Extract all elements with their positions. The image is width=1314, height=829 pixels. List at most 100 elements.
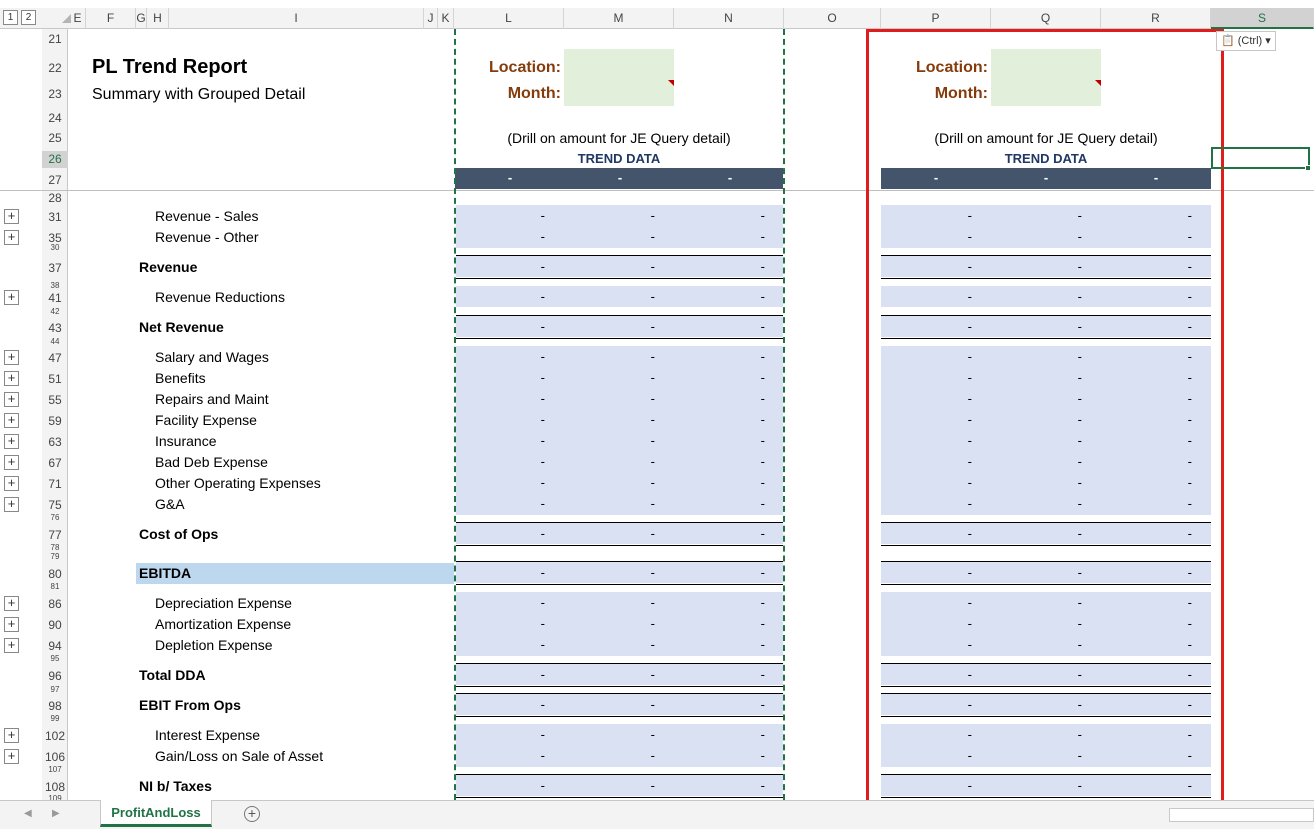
row-number-77[interactable]: 77 [42, 527, 68, 544]
row-number-37[interactable]: 37 [42, 260, 68, 277]
amount-cell-86[interactable]: - [745, 595, 765, 610]
amount-cell-31[interactable]: - [745, 208, 765, 223]
row-number-26[interactable]: 26 [42, 151, 68, 168]
amount-cell-51[interactable]: - [745, 370, 765, 385]
period-header-cell[interactable]: - [565, 170, 675, 185]
row-number-75[interactable]: 75 [42, 497, 68, 514]
amount-cell-51[interactable]: - [525, 370, 545, 385]
row-number-21[interactable]: 21 [42, 31, 68, 48]
amount-cell-59[interactable]: - [635, 412, 655, 427]
paste-options-button[interactable]: 📋 (Ctrl) ▾ [1216, 31, 1276, 51]
row-number-spacer[interactable]: 99 [42, 715, 68, 723]
row-number-106[interactable]: 106 [42, 749, 68, 766]
column-header-g[interactable]: G [136, 8, 147, 29]
amount-cell-59[interactable]: - [525, 412, 545, 427]
row-number-71[interactable]: 71 [42, 476, 68, 493]
amount-cell-63[interactable]: - [745, 433, 765, 448]
column-header-m[interactable]: M [564, 8, 674, 29]
amount-cell-63[interactable]: - [525, 433, 545, 448]
add-sheet-button[interactable]: + [244, 806, 260, 822]
amount-cell-59[interactable]: - [745, 412, 765, 427]
amount-cell-86[interactable]: - [635, 595, 655, 610]
column-header-l[interactable]: L [454, 8, 564, 29]
amount-cell-96[interactable]: - [635, 667, 655, 682]
row-number-spacer[interactable]: 79 [42, 553, 68, 561]
row-number-spacer[interactable]: 78 [42, 544, 68, 552]
amount-cell-98[interactable]: - [745, 697, 765, 712]
expand-group-plus-icon[interactable]: + [4, 209, 19, 224]
amount-cell-37[interactable]: - [525, 259, 545, 274]
prev-sheet-arrow-icon[interactable]: ◀ [24, 808, 32, 819]
amount-cell-80[interactable]: - [635, 565, 655, 580]
row-number-63[interactable]: 63 [42, 434, 68, 451]
amount-cell-108[interactable]: - [745, 778, 765, 793]
amount-cell-80[interactable]: - [525, 565, 545, 580]
row-number-108[interactable]: 108 [42, 779, 68, 796]
amount-cell-106[interactable]: - [525, 748, 545, 763]
row-number-spacer[interactable]: 107 [42, 766, 68, 774]
amount-cell-37[interactable]: - [745, 259, 765, 274]
expand-group-plus-icon[interactable]: + [4, 413, 19, 428]
amount-cell-98[interactable]: - [635, 697, 655, 712]
expand-group-plus-icon[interactable]: + [4, 728, 19, 743]
amount-cell-47[interactable]: - [745, 349, 765, 364]
amount-cell-31[interactable]: - [525, 208, 545, 223]
amount-cell-90[interactable]: - [525, 616, 545, 631]
amount-cell-55[interactable]: - [635, 391, 655, 406]
amount-cell-55[interactable]: - [525, 391, 545, 406]
amount-cell-67[interactable]: - [745, 454, 765, 469]
period-header-cell[interactable]: - [675, 170, 785, 185]
expand-group-plus-icon[interactable]: + [4, 497, 19, 512]
amount-cell-102[interactable]: - [745, 727, 765, 742]
expand-group-plus-icon[interactable]: + [4, 434, 19, 449]
expand-group-plus-icon[interactable]: + [4, 290, 19, 305]
row-number-86[interactable]: 86 [42, 596, 68, 613]
amount-cell-41[interactable]: - [745, 289, 765, 304]
amount-cell-90[interactable]: - [635, 616, 655, 631]
column-header-j[interactable]: J [424, 8, 438, 29]
amount-cell-90[interactable]: - [745, 616, 765, 631]
row-number-102[interactable]: 102 [42, 728, 68, 745]
row-number-spacer[interactable]: 42 [42, 308, 68, 316]
amount-cell-41[interactable]: - [525, 289, 545, 304]
amount-cell-35[interactable]: - [525, 229, 545, 244]
active-cell-s26[interactable] [1211, 147, 1310, 169]
row-number-25[interactable]: 25 [42, 130, 68, 147]
location-month-input-left[interactable] [564, 49, 674, 106]
row-number-24[interactable]: 24 [42, 110, 68, 127]
amount-cell-75[interactable]: - [745, 496, 765, 511]
amount-cell-108[interactable]: - [635, 778, 655, 793]
column-header-k[interactable]: K [438, 8, 454, 29]
amount-cell-43[interactable]: - [745, 319, 765, 334]
amount-cell-94[interactable]: - [745, 637, 765, 652]
row-number-98[interactable]: 98 [42, 698, 68, 715]
expand-group-plus-icon[interactable]: + [4, 617, 19, 632]
amount-cell-75[interactable]: - [525, 496, 545, 511]
amount-cell-106[interactable]: - [745, 748, 765, 763]
expand-group-plus-icon[interactable]: + [4, 476, 19, 491]
row-number-94[interactable]: 94 [42, 638, 68, 655]
amount-cell-47[interactable]: - [635, 349, 655, 364]
row-number-55[interactable]: 55 [42, 392, 68, 409]
amount-cell-96[interactable]: - [525, 667, 545, 682]
expand-group-plus-icon[interactable]: + [4, 392, 19, 407]
amount-cell-94[interactable]: - [525, 637, 545, 652]
expand-group-plus-icon[interactable]: + [4, 596, 19, 611]
amount-cell-37[interactable]: - [635, 259, 655, 274]
period-header-cell[interactable]: - [455, 170, 565, 185]
expand-group-plus-icon[interactable]: + [4, 455, 19, 470]
column-header-r[interactable]: R [1101, 8, 1211, 29]
amount-cell-67[interactable]: - [525, 454, 545, 469]
row-number-27[interactable]: 27 [42, 172, 68, 189]
amount-cell-55[interactable]: - [745, 391, 765, 406]
amount-cell-98[interactable]: - [525, 697, 545, 712]
row-number-spacer[interactable]: 95 [42, 655, 68, 663]
row-number-spacer[interactable]: 81 [42, 583, 68, 591]
amount-cell-86[interactable]: - [525, 595, 545, 610]
row-number-51[interactable]: 51 [42, 371, 68, 388]
amount-cell-77[interactable]: - [635, 526, 655, 541]
amount-cell-71[interactable]: - [745, 475, 765, 490]
column-header-p[interactable]: P [881, 8, 991, 29]
column-header-o[interactable]: O [784, 8, 881, 29]
horizontal-scrollbar[interactable] [1169, 808, 1314, 822]
